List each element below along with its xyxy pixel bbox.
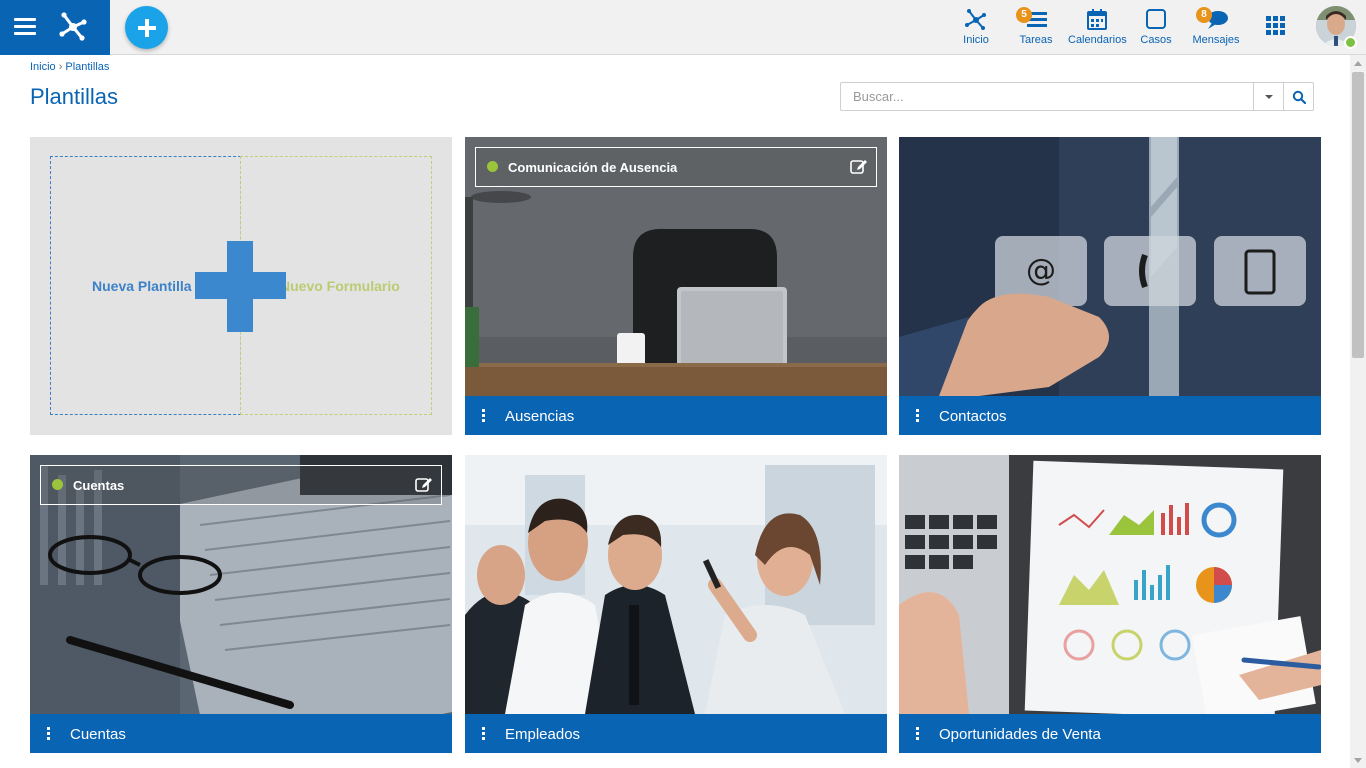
menu-icon[interactable] bbox=[14, 18, 36, 36]
card-footer: Contactos bbox=[899, 396, 1321, 435]
card-footer: Oportunidades de Venta bbox=[899, 714, 1321, 753]
nav-label: Mensajes bbox=[1192, 34, 1240, 46]
more-options-icon[interactable] bbox=[916, 727, 920, 742]
edit-icon[interactable] bbox=[850, 158, 868, 179]
business-contacts-photo: @ bbox=[899, 137, 1321, 396]
svg-text:@: @ bbox=[1026, 253, 1056, 288]
nav-label: Tareas bbox=[1019, 34, 1053, 46]
case-icon bbox=[1146, 9, 1166, 29]
page-title: Plantillas bbox=[30, 84, 119, 109]
card-title: Contactos bbox=[939, 408, 1007, 425]
card-overlay: Cuentas bbox=[40, 465, 442, 505]
new-form-label[interactable]: Nuevo Formulario bbox=[280, 278, 400, 294]
search-options-dropdown[interactable] bbox=[1253, 83, 1283, 110]
brand-area bbox=[0, 0, 110, 55]
card-footer: Empleados bbox=[465, 714, 887, 753]
card-footer: Cuentas bbox=[30, 714, 452, 753]
more-options-icon[interactable] bbox=[47, 727, 51, 742]
template-card-empleados[interactable]: Empleados bbox=[465, 455, 887, 753]
scroll-up-arrow[interactable] bbox=[1354, 61, 1362, 66]
nav-label: Casos bbox=[1140, 34, 1172, 46]
sales-charts-photo bbox=[899, 455, 1321, 714]
scrollbar-thumb[interactable] bbox=[1352, 72, 1364, 358]
big-plus-icon-bar[interactable] bbox=[195, 272, 286, 299]
status-dot bbox=[52, 479, 63, 490]
calendar-icon bbox=[1087, 9, 1107, 30]
search-input[interactable] bbox=[841, 83, 1253, 110]
nav-casos[interactable]: Casos bbox=[1138, 6, 1174, 50]
card-title: Oportunidades de Venta bbox=[939, 726, 1101, 743]
nav-tareas[interactable]: 5 Tareas bbox=[1016, 6, 1056, 50]
plus-icon bbox=[137, 18, 156, 37]
overlay-title: Comunicación de Ausencia bbox=[508, 160, 678, 175]
online-status-indicator bbox=[1344, 36, 1357, 49]
nav-mensajes[interactable]: 8 Mensajes bbox=[1192, 6, 1240, 50]
scroll-down-arrow[interactable] bbox=[1354, 758, 1362, 763]
new-template-label[interactable]: Nueva Plantilla bbox=[92, 278, 192, 294]
caret-down-icon bbox=[1264, 94, 1273, 99]
apps-grid-icon[interactable] bbox=[1266, 16, 1286, 36]
overlay-title: Cuentas bbox=[73, 478, 125, 493]
tasks-badge: 5 bbox=[1016, 7, 1032, 23]
network-icon bbox=[965, 9, 986, 30]
search-box bbox=[840, 82, 1314, 111]
edit-icon[interactable] bbox=[415, 476, 433, 497]
more-options-icon[interactable] bbox=[482, 727, 486, 742]
card-title: Cuentas bbox=[70, 726, 126, 743]
add-button[interactable] bbox=[125, 6, 168, 49]
nav-label: Inicio bbox=[963, 34, 989, 46]
nav-label: Calendarios bbox=[1068, 34, 1127, 46]
more-options-icon[interactable] bbox=[916, 409, 920, 424]
search-icon bbox=[1292, 90, 1306, 104]
breadcrumb-separator: › bbox=[58, 61, 63, 73]
more-options-icon[interactable] bbox=[482, 409, 486, 424]
template-card-contactos[interactable]: @ Contactos bbox=[899, 137, 1321, 435]
breadcrumb-current[interactable]: Plantillas bbox=[65, 61, 109, 73]
breadcrumb-home[interactable]: Inicio bbox=[30, 61, 56, 73]
status-dot bbox=[487, 161, 498, 172]
employees-team-photo bbox=[465, 455, 887, 714]
template-card-oportunidades-de-venta[interactable]: Oportunidades de Venta bbox=[899, 455, 1321, 753]
messages-badge: 8 bbox=[1196, 7, 1212, 23]
search-button[interactable] bbox=[1283, 83, 1313, 110]
nav-calendarios[interactable]: Calendarios bbox=[1068, 6, 1127, 50]
new-item-card: Nueva Plantilla Nuevo Formulario bbox=[30, 137, 452, 435]
card-footer: Ausencias bbox=[465, 396, 887, 435]
template-card-cuentas[interactable]: Cuentas Cuentas bbox=[30, 455, 452, 753]
top-bar: Inicio 5 Tareas Calendarios Casos 8 Mens… bbox=[0, 0, 1366, 55]
nav-inicio[interactable]: Inicio bbox=[956, 6, 996, 50]
template-card-ausencias[interactable]: Comunicación de Ausencia Ausencias bbox=[465, 137, 887, 435]
card-title: Ausencias bbox=[505, 408, 575, 425]
card-title: Empleados bbox=[505, 726, 581, 743]
app-logo-icon[interactable] bbox=[56, 10, 90, 47]
breadcrumb: Inicio › Plantillas bbox=[30, 61, 109, 73]
card-overlay: Comunicación de Ausencia bbox=[475, 147, 877, 187]
